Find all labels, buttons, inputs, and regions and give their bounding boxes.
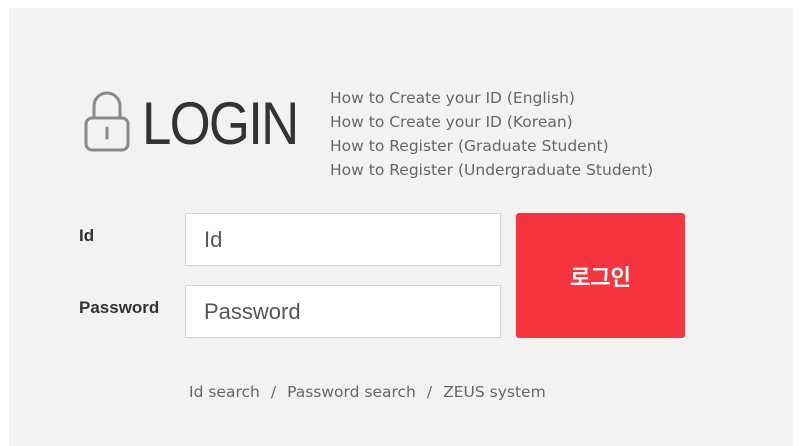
login-button[interactable]: 로그인 [516, 213, 685, 338]
help-link-create-id-english[interactable]: How to Create your ID (English) [330, 86, 653, 110]
help-link-create-id-korean[interactable]: How to Create your ID (Korean) [330, 110, 653, 134]
help-link-register-graduate[interactable]: How to Register (Graduate Student) [330, 134, 653, 158]
password-input[interactable] [185, 285, 501, 338]
page-title: LOGIN [142, 90, 299, 157]
id-input[interactable] [185, 213, 501, 266]
id-label: Id [79, 226, 95, 245]
link-separator: / [270, 383, 277, 401]
zeus-system-link[interactable]: ZEUS system [443, 383, 546, 401]
footer-links: Id search / Password search / ZEUS system [189, 383, 546, 401]
password-search-link[interactable]: Password search [287, 383, 416, 401]
help-links-list: How to Create your ID (English) How to C… [330, 86, 653, 182]
password-label: Password [79, 298, 160, 317]
id-search-link[interactable]: Id search [189, 383, 260, 401]
link-separator: / [426, 383, 433, 401]
help-link-register-undergraduate[interactable]: How to Register (Undergraduate Student) [330, 158, 653, 182]
lock-icon [84, 91, 130, 152]
